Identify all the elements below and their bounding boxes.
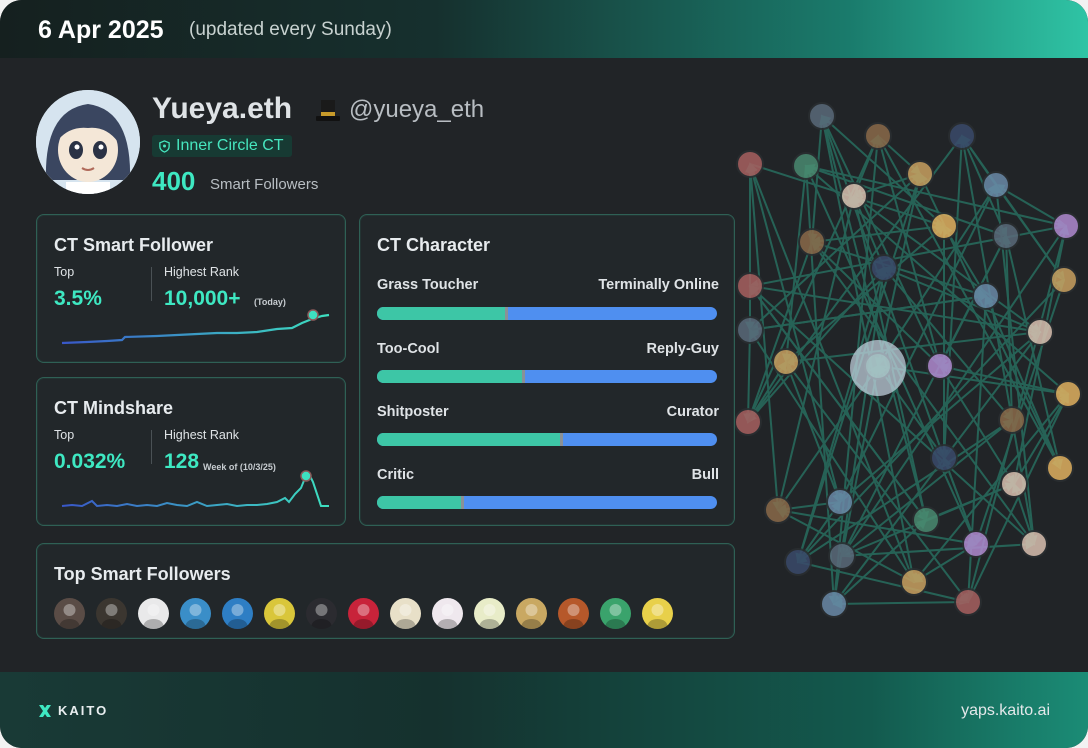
follower-avatar[interactable] xyxy=(96,598,127,629)
badge-label: Inner Circle CT xyxy=(176,137,284,154)
profile-handle: @yueya_eth xyxy=(349,96,485,123)
panel-title: CT Smart Follower xyxy=(54,235,214,255)
follower-avatar-row xyxy=(54,598,673,629)
follower-avatar[interactable] xyxy=(390,598,421,629)
smart-followers-count: 400 xyxy=(152,166,196,196)
follower-avatar[interactable] xyxy=(348,598,379,629)
trait-bar xyxy=(377,496,717,509)
trait-left-label: Shitposter xyxy=(377,404,449,420)
inner-circle-badge: Inner Circle CT xyxy=(152,135,292,157)
profile-avatar xyxy=(36,90,140,194)
brand-name: KAITO xyxy=(58,703,109,718)
follower-avatar[interactable] xyxy=(138,598,169,629)
profile-name: Yueya.eth xyxy=(152,92,293,125)
top-label: Top xyxy=(54,265,75,279)
follower-avatar[interactable] xyxy=(516,598,547,629)
divider xyxy=(151,430,152,464)
highest-rank-note: (Today) xyxy=(254,297,286,307)
follower-network-graph xyxy=(734,102,1082,618)
follower-avatar[interactable] xyxy=(180,598,211,629)
report-date: 6 Apr 2025 xyxy=(38,16,164,44)
follower-avatar[interactable] xyxy=(264,598,295,629)
smart-follower-panel: CT Smart Follower Top 3.5% Highest Rank … xyxy=(36,214,346,363)
trait-right-label: Terminally Online xyxy=(598,277,719,293)
mindshare-sparkline xyxy=(61,470,329,508)
kaito-x-icon xyxy=(39,704,51,717)
trait-right-label: Curator xyxy=(666,404,719,420)
follower-avatar[interactable] xyxy=(558,598,589,629)
trait-right-label: Bull xyxy=(691,467,719,483)
mindshare-panel: CT Mindshare Top 0.032% Highest Rank 128… xyxy=(36,377,346,526)
character-panel: CT Character Grass Toucher Terminally On… xyxy=(359,214,735,526)
smart-follower-sparkline xyxy=(61,309,330,345)
trait-left-label: Grass Toucher xyxy=(377,277,479,293)
follower-avatar[interactable] xyxy=(54,598,85,629)
panel-title: Top Smart Followers xyxy=(54,564,231,584)
follower-avatar[interactable] xyxy=(306,598,337,629)
site-link[interactable]: yaps.kaito.ai xyxy=(961,702,1050,720)
top-hat-icon xyxy=(316,100,340,121)
trait-left-label: Too-Cool xyxy=(377,341,440,357)
follower-avatar[interactable] xyxy=(600,598,631,629)
follower-avatar[interactable] xyxy=(432,598,463,629)
trait-bar xyxy=(377,307,717,320)
smart-followers-label: Smart Followers xyxy=(210,176,319,193)
panel-title: CT Mindshare xyxy=(54,398,174,418)
trait-left-label: Critic xyxy=(377,467,415,483)
top-label: Top xyxy=(54,428,75,442)
divider xyxy=(151,267,152,301)
highest-rank-label: Highest Rank xyxy=(164,428,240,442)
trait-bar xyxy=(377,433,717,446)
top-followers-panel: Top Smart Followers xyxy=(36,543,735,639)
follower-avatar[interactable] xyxy=(474,598,505,629)
trait-right-label: Reply-Guy xyxy=(646,341,719,357)
follower-avatar[interactable] xyxy=(222,598,253,629)
share-card: 6 Apr 2025 (updated every Sunday) Yueya.… xyxy=(0,0,1088,748)
footer-bar xyxy=(0,672,1088,748)
update-note: (updated every Sunday) xyxy=(189,19,392,40)
trait-bar xyxy=(377,370,717,383)
kaito-logo: KAITO xyxy=(38,703,108,718)
follower-avatar[interactable] xyxy=(642,598,673,629)
panel-title: CT Character xyxy=(377,235,491,255)
highest-rank-label: Highest Rank xyxy=(164,265,240,279)
shield-icon xyxy=(159,139,170,153)
